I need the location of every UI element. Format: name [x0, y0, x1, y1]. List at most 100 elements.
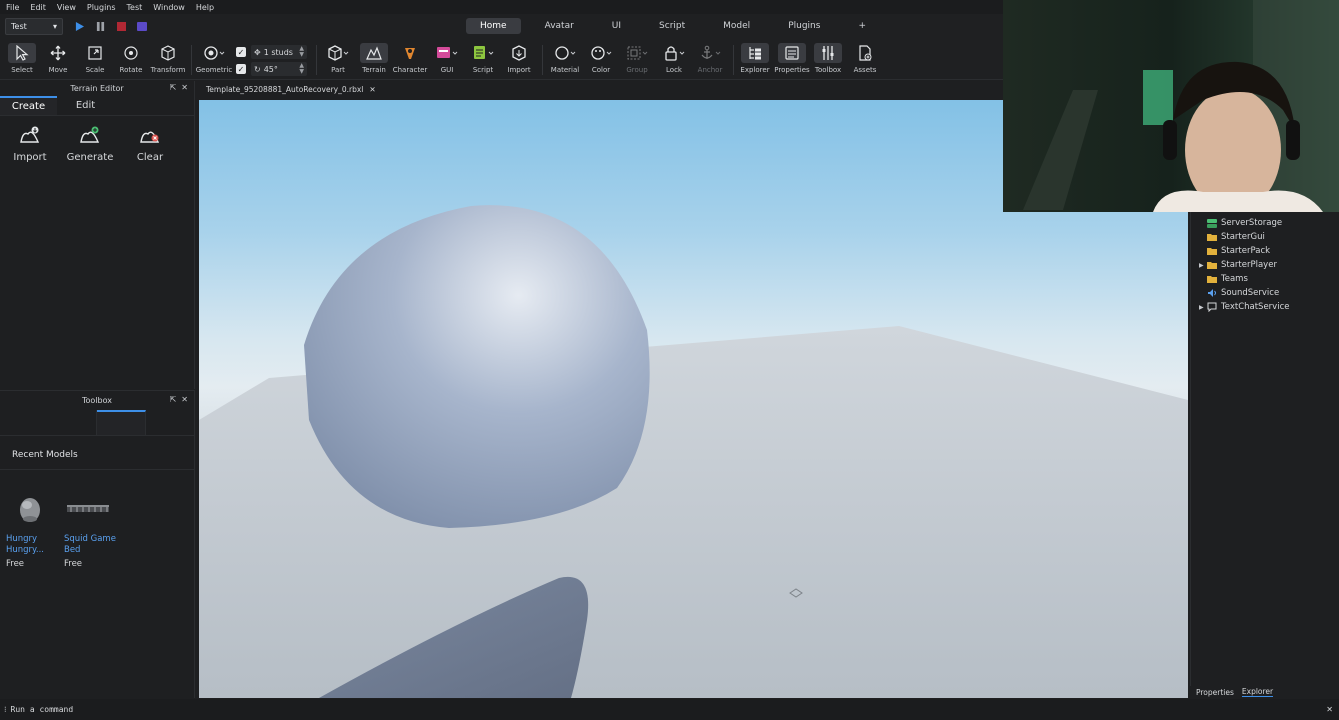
toolbox-tabs	[0, 410, 194, 436]
undock-icon[interactable]: ⇱	[170, 83, 177, 92]
document-tab[interactable]: Template_95208881_AutoRecovery_0.rbxl ✕	[200, 82, 382, 97]
tab-avatar[interactable]: Avatar	[531, 18, 588, 34]
close-icon[interactable]: ✕	[1326, 705, 1333, 714]
geometric-button[interactable]: Geometric	[194, 43, 234, 74]
terrain-import-button[interactable]: Import	[0, 124, 60, 163]
toolbox-panel: Toolbox ⇱ ✕ Recent Models Hungry Hungry.…	[0, 390, 195, 698]
expand-arrow-icon[interactable]: ▶	[1199, 304, 1204, 311]
move-tool[interactable]: Move	[38, 43, 78, 74]
script-button[interactable]: Script	[463, 43, 503, 74]
rotate-tool[interactable]: Rotate	[111, 43, 151, 74]
pause-icon[interactable]	[94, 21, 106, 33]
lock-button[interactable]: Lock	[654, 43, 694, 74]
menu-view[interactable]: View	[57, 3, 76, 12]
transform-icon	[148, 43, 188, 63]
character-button[interactable]: Character	[390, 43, 430, 74]
part-button[interactable]: Part	[318, 43, 358, 74]
menu-file[interactable]: File	[6, 3, 19, 12]
explorer-button[interactable]: Explorer	[735, 43, 775, 74]
menu-edit[interactable]: Edit	[30, 3, 46, 12]
character-icon	[390, 43, 430, 63]
gui-button[interactable]: GUI	[427, 43, 467, 74]
tab-create[interactable]: Create	[0, 96, 57, 115]
toolbox-tab-2[interactable]	[97, 410, 146, 435]
command-input[interactable]: Run a command	[11, 705, 74, 714]
tab-ui[interactable]: UI	[598, 18, 635, 34]
select-tool[interactable]: Select	[2, 43, 42, 74]
terrain-editor-panel: Terrain Editor ⇱ ✕ Create Edit Import Ge…	[0, 81, 195, 389]
server-storage-icon	[1207, 218, 1217, 228]
scale-tool[interactable]: Scale	[75, 43, 115, 74]
anchor-icon	[690, 43, 730, 63]
assets-button[interactable]: Assets	[845, 43, 885, 74]
explorer-item-starterplayer[interactable]: ▶ StarterPlayer	[1191, 258, 1339, 272]
explorer-item-textchatservice[interactable]: ▶ TextChatService	[1191, 300, 1339, 314]
expand-arrow-icon[interactable]: ▶	[1199, 262, 1204, 269]
assets-icon	[845, 43, 885, 63]
tab-plugins[interactable]: Plugins	[774, 18, 834, 34]
toolbox-tab-1[interactable]	[0, 410, 97, 435]
tab-properties[interactable]: Properties	[1196, 688, 1234, 697]
properties-button[interactable]: Properties	[772, 43, 812, 74]
model-price: Free	[64, 559, 83, 569]
spinner-icon[interactable]: ▲ ▼	[299, 63, 304, 75]
tab-script[interactable]: Script	[645, 18, 699, 34]
model-item[interactable]: Hungry Hungry... Free	[6, 490, 64, 569]
command-prompt-icon: ⁝	[4, 705, 7, 714]
ribbon-separator	[316, 45, 317, 75]
explorer-panel: ServerStorage StarterGui StarterPack ▶ S…	[1190, 212, 1339, 686]
play-icon[interactable]	[73, 21, 85, 33]
tab-model[interactable]: Model	[709, 18, 764, 34]
color-button[interactable]: Color	[581, 43, 621, 74]
terrain-clear-button[interactable]: Clear	[120, 124, 180, 163]
model-name[interactable]: Hungry Hungry...	[6, 534, 64, 556]
rotate-icon	[111, 43, 151, 63]
properties-icon	[778, 43, 806, 63]
explorer-item-startergui[interactable]: StarterGui	[1191, 230, 1339, 244]
ribbon-separator	[542, 45, 543, 75]
hippo-thumbnail	[6, 490, 54, 528]
import-icon	[499, 43, 539, 63]
terrain-button[interactable]: Terrain	[354, 43, 394, 74]
anchor-button[interactable]: Anchor	[690, 43, 730, 74]
client-server-icon[interactable]	[136, 21, 148, 33]
explorer-item-serverstorage[interactable]: ServerStorage	[1191, 216, 1339, 230]
undock-icon[interactable]: ⇱	[170, 395, 177, 404]
move-snap-field[interactable]: ✥ 1 studs ▲ ▼	[251, 45, 307, 59]
transform-tool[interactable]: Transform	[148, 43, 188, 74]
stop-icon[interactable]	[115, 21, 127, 33]
folder-icon	[1207, 246, 1217, 256]
tab-explorer[interactable]: Explorer	[1241, 687, 1274, 697]
snap-settings: ✓ ✥ 1 studs ▲ ▼ ✓ ↻ 45° ▲ ▼	[236, 44, 312, 77]
terrain-clear-icon	[120, 124, 180, 146]
menu-help[interactable]: Help	[196, 3, 214, 12]
folder-icon	[1207, 274, 1217, 284]
tab-edit[interactable]: Edit	[57, 96, 114, 115]
rotate-snap-checkbox[interactable]: ✓	[236, 64, 246, 74]
mode-select[interactable]: Test ▾	[5, 18, 63, 35]
import-button[interactable]: Import	[499, 43, 539, 74]
material-button[interactable]: Material	[545, 43, 585, 74]
menu-plugins[interactable]: Plugins	[87, 3, 116, 12]
close-icon[interactable]: ✕	[181, 395, 188, 404]
chat-icon	[1207, 302, 1217, 312]
model-item[interactable]: Squid Game Bed Free	[64, 490, 122, 569]
terrain-generate-button[interactable]: Generate	[60, 124, 120, 163]
rotate-snap-field[interactable]: ↻ 45° ▲ ▼	[251, 62, 307, 76]
menu-window[interactable]: Window	[153, 3, 185, 12]
group-button[interactable]: Group	[617, 43, 657, 74]
command-bar[interactable]: ⁝ Run a command ✕	[0, 699, 1339, 720]
tab-home[interactable]: Home	[466, 18, 521, 34]
explorer-item-starterpack[interactable]: StarterPack	[1191, 244, 1339, 258]
explorer-item-soundservice[interactable]: SoundService	[1191, 286, 1339, 300]
toolbox-button[interactable]: Toolbox	[808, 43, 848, 74]
close-icon[interactable]: ✕	[181, 83, 188, 92]
menu-test[interactable]: Test	[127, 3, 143, 12]
tab-add[interactable]: +	[844, 18, 880, 34]
move-arrows-icon	[38, 43, 78, 63]
explorer-item-teams[interactable]: Teams	[1191, 272, 1339, 286]
move-snap-checkbox[interactable]: ✓	[236, 47, 246, 57]
model-name[interactable]: Squid Game Bed	[64, 534, 122, 556]
close-icon[interactable]: ✕	[369, 85, 375, 94]
spinner-icon[interactable]: ▲ ▼	[299, 46, 304, 58]
